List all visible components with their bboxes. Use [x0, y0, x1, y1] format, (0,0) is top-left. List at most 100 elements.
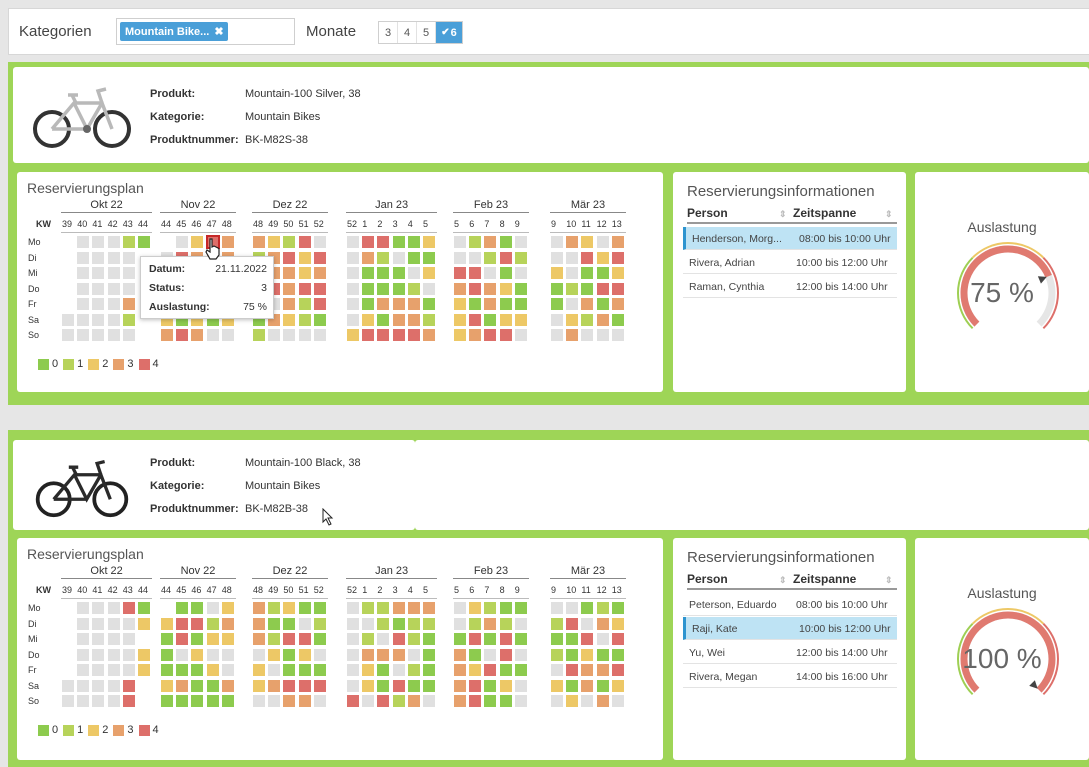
day-cell[interactable] — [566, 679, 579, 692]
day-cell[interactable] — [484, 251, 497, 264]
day-cell[interactable] — [362, 679, 375, 692]
day-cell[interactable] — [122, 236, 135, 248]
day-cell[interactable] — [161, 329, 173, 341]
day-cell[interactable] — [377, 329, 390, 341]
day-cell[interactable] — [407, 695, 420, 707]
day-cell[interactable] — [566, 695, 579, 707]
day-cell[interactable] — [107, 251, 120, 264]
day-cell[interactable] — [454, 617, 466, 630]
day-cell[interactable] — [122, 679, 135, 692]
day-cell[interactable] — [362, 236, 375, 248]
day-cell[interactable] — [499, 633, 512, 645]
day-cell[interactable] — [581, 602, 594, 614]
day-cell[interactable] — [423, 236, 435, 248]
day-cell[interactable] — [392, 617, 405, 630]
day-cell[interactable] — [107, 313, 120, 326]
day-cell[interactable] — [581, 267, 594, 279]
day-cell[interactable] — [499, 329, 512, 341]
day-cell[interactable] — [484, 602, 497, 614]
day-cell[interactable] — [268, 695, 281, 707]
day-cell[interactable] — [581, 633, 594, 645]
day-cell[interactable] — [253, 633, 265, 645]
day-cell[interactable] — [469, 664, 482, 676]
day-cell[interactable] — [77, 251, 90, 264]
category-tag[interactable]: Mountain Bike... ✖ — [120, 22, 228, 41]
day-cell[interactable] — [362, 251, 375, 264]
reservation-row[interactable]: Henderson, Morg... 08:00 bis 10:00 Uhr — [683, 227, 897, 250]
day-cell[interactable] — [107, 664, 120, 676]
day-cell[interactable] — [206, 633, 219, 645]
day-cell[interactable] — [62, 329, 74, 341]
sort-icon[interactable]: ⇕ — [885, 575, 893, 586]
day-cell[interactable] — [362, 602, 375, 614]
day-cell[interactable] — [347, 602, 359, 614]
day-cell[interactable] — [138, 664, 150, 676]
day-cell[interactable] — [347, 298, 359, 310]
day-cell[interactable] — [62, 679, 74, 692]
day-cell[interactable] — [469, 679, 482, 692]
day-cell[interactable] — [362, 282, 375, 295]
day-cell[interactable] — [392, 695, 405, 707]
day-cell[interactable] — [107, 236, 120, 248]
day-cell[interactable] — [581, 251, 594, 264]
day-cell[interactable] — [551, 602, 563, 614]
day-cell[interactable] — [551, 298, 563, 310]
day-cell[interactable] — [347, 251, 359, 264]
reservation-row[interactable]: Raji, Kate 10:00 bis 12:00 Uhr — [683, 617, 897, 640]
day-cell[interactable] — [469, 695, 482, 707]
day-cell[interactable] — [611, 298, 624, 310]
day-cell[interactable] — [454, 664, 466, 676]
day-cell[interactable] — [499, 617, 512, 630]
day-cell[interactable] — [611, 648, 624, 661]
day-cell[interactable] — [161, 664, 173, 676]
day-cell[interactable] — [283, 236, 296, 248]
day-cell[interactable] — [191, 617, 204, 630]
day-cell[interactable] — [298, 602, 311, 614]
day-cell[interactable] — [107, 617, 120, 630]
day-cell[interactable] — [253, 602, 265, 614]
day-cell[interactable] — [298, 695, 311, 707]
day-cell[interactable] — [347, 679, 359, 692]
months-option-3[interactable]: 3 — [379, 22, 398, 43]
day-cell[interactable] — [377, 282, 390, 295]
day-cell[interactable] — [347, 267, 359, 279]
day-cell[interactable] — [454, 236, 466, 248]
day-cell[interactable] — [138, 648, 150, 661]
day-cell[interactable] — [92, 313, 105, 326]
day-cell[interactable] — [92, 251, 105, 264]
day-cell[interactable] — [566, 236, 579, 248]
day-cell[interactable] — [392, 251, 405, 264]
day-cell[interactable] — [499, 695, 512, 707]
day-cell[interactable] — [362, 617, 375, 630]
day-cell[interactable] — [138, 602, 150, 614]
day-cell[interactable] — [268, 602, 281, 614]
day-cell[interactable] — [347, 329, 359, 341]
day-cell[interactable] — [92, 695, 105, 707]
day-cell[interactable] — [611, 679, 624, 692]
day-cell[interactable] — [77, 633, 90, 645]
day-cell[interactable] — [596, 282, 609, 295]
day-cell[interactable] — [347, 313, 359, 326]
day-cell[interactable] — [221, 648, 234, 661]
day-cell[interactable] — [407, 236, 420, 248]
day-cell[interactable] — [377, 648, 390, 661]
months-option-4[interactable]: 4 — [398, 22, 417, 43]
day-cell[interactable] — [77, 267, 90, 279]
day-cell[interactable] — [392, 679, 405, 692]
day-cell[interactable] — [566, 648, 579, 661]
day-cell[interactable] — [107, 602, 120, 614]
day-cell[interactable] — [313, 695, 326, 707]
day-cell[interactable] — [499, 298, 512, 310]
day-cell[interactable] — [596, 313, 609, 326]
reservation-row[interactable]: Rivera, Megan 14:00 bis 16:00 Uhr — [683, 665, 897, 688]
day-cell[interactable] — [138, 236, 150, 248]
day-cell[interactable] — [122, 602, 135, 614]
day-cell[interactable] — [77, 602, 90, 614]
day-cell[interactable] — [611, 251, 624, 264]
day-cell[interactable] — [596, 267, 609, 279]
day-cell[interactable] — [499, 267, 512, 279]
day-cell[interactable] — [347, 648, 359, 661]
day-cell[interactable] — [298, 267, 311, 279]
category-multiselect[interactable]: Mountain Bike... ✖ — [116, 18, 295, 45]
day-cell[interactable] — [92, 602, 105, 614]
